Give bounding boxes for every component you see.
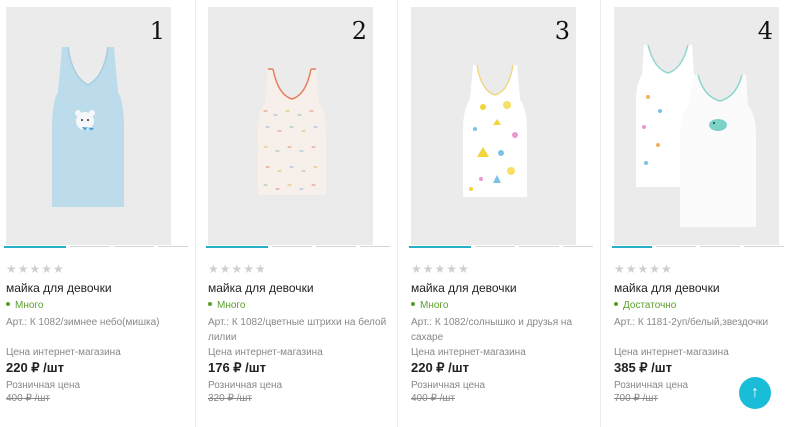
product-image[interactable]: 4: [614, 7, 779, 245]
card-divider: [600, 0, 601, 427]
retail-price: 700 ₽ /шт: [614, 393, 658, 404]
retail-price: 320 ₽ /шт: [208, 393, 252, 404]
product-grid: 1 ★★★★★ майка для девочки Много Арт.: К …: [0, 0, 800, 427]
arrow-up-icon: ↑: [751, 384, 759, 401]
stock-dot-icon: [411, 302, 415, 307]
stock-status: Много: [6, 300, 43, 311]
product-number: 2: [351, 17, 367, 45]
rating-stars[interactable]: ★★★★★: [614, 262, 673, 276]
stock-label: Достаточно: [623, 300, 677, 311]
stock-dot-icon: [614, 302, 618, 307]
stock-status: Много: [208, 300, 245, 311]
stock-label: Много: [420, 300, 449, 311]
retail-price-label: Розничная цена: [614, 380, 689, 391]
stock-dot-icon: [208, 302, 212, 307]
scroll-to-top-button[interactable]: ↑: [739, 377, 771, 409]
product-card[interactable]: 2 ★★★★★ майка для девочки Много Арт.: К …: [206, 0, 394, 427]
card-divider: [397, 0, 398, 427]
rating-stars[interactable]: ★★★★★: [411, 262, 470, 276]
product-article: Арт.: К 1181-2уп/белый,звездочки: [614, 317, 769, 328]
product-number: 3: [554, 17, 570, 45]
stock-dot-icon: [6, 302, 10, 307]
stock-status: Много: [411, 300, 448, 311]
product-title[interactable]: майка для девочки: [411, 281, 517, 295]
product-image[interactable]: 1: [6, 7, 171, 245]
product-price: 220 ₽ /шт: [411, 360, 469, 375]
stock-label: Много: [15, 300, 44, 311]
product-card[interactable]: 1 ★★★★★ майка для девочки Много Арт.: К …: [4, 0, 192, 427]
product-image[interactable]: 3: [411, 7, 576, 245]
price-label: Цена интернет-магазина: [208, 347, 323, 358]
retail-price-label: Розничная цена: [411, 380, 486, 391]
product-title[interactable]: майка для девочки: [208, 281, 314, 295]
retail-price: 400 ₽ /шт: [411, 393, 455, 404]
price-label: Цена интернет-магазина: [614, 347, 729, 358]
retail-price: 400 ₽ /шт: [6, 393, 50, 404]
image-slider-indicator[interactable]: [612, 246, 800, 249]
retail-price-label: Розничная цена: [208, 380, 283, 391]
product-title[interactable]: майка для девочки: [6, 281, 112, 295]
product-number: 4: [757, 17, 773, 45]
image-slider-indicator[interactable]: [206, 246, 394, 249]
price-label: Цена интернет-магазина: [411, 347, 526, 358]
product-card[interactable]: 4 ★★★★★ майка для девочки Достаточно Арт…: [612, 0, 800, 427]
product-price: 220 ₽ /шт: [6, 360, 64, 375]
product-article: Арт.: К 1082/цветные штрихи на белой лил…: [208, 317, 387, 343]
product-article: Арт.: К 1082/зимнее небо(мишка): [6, 317, 160, 328]
product-title[interactable]: майка для девочки: [614, 281, 720, 295]
image-slider-indicator[interactable]: [409, 246, 597, 249]
image-slider-indicator[interactable]: [4, 246, 192, 249]
product-price: 385 ₽ /шт: [614, 360, 672, 375]
card-divider: [195, 0, 196, 427]
product-card[interactable]: 3 ★★★★★ майка для девочки Много Арт.: К …: [409, 0, 597, 427]
stock-label: Много: [217, 300, 246, 311]
product-number: 1: [149, 17, 165, 45]
rating-stars[interactable]: ★★★★★: [208, 262, 267, 276]
product-price: 176 ₽ /шт: [208, 360, 266, 375]
price-label: Цена интернет-магазина: [6, 347, 121, 358]
stock-status: Достаточно: [614, 300, 676, 311]
rating-stars[interactable]: ★★★★★: [6, 262, 65, 276]
product-image[interactable]: 2: [208, 7, 373, 245]
retail-price-label: Розничная цена: [6, 380, 81, 391]
product-article: Арт.: К 1082/солнышко и друзья на сахаре: [411, 317, 573, 343]
